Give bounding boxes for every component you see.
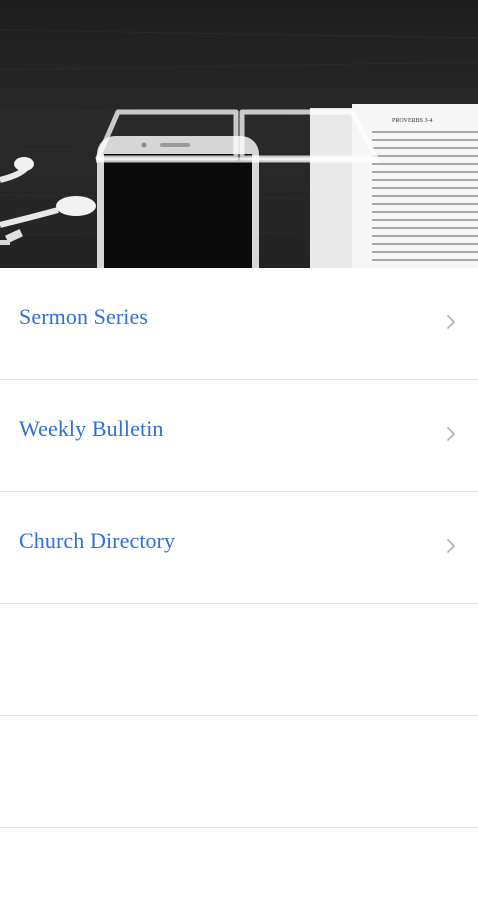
- menu-item-church-directory[interactable]: Church Directory: [0, 492, 478, 604]
- menu-item-sermon-series[interactable]: Sermon Series: [0, 268, 478, 380]
- menu-item-label: Church Directory: [19, 528, 176, 553]
- bible: PROVERBS 3-4: [310, 104, 478, 268]
- menu-item-label: Weekly Bulletin: [19, 416, 164, 441]
- earbuds: [0, 157, 96, 245]
- menu-row-empty: [0, 604, 478, 716]
- menu-row-empty: [0, 828, 478, 900]
- hero-image: PROVERBS 3-4: [0, 29, 478, 268]
- menu-item-weekly-bulletin[interactable]: Weekly Bulletin: [0, 380, 478, 492]
- menu-row-empty: [0, 716, 478, 828]
- hero-banner: PROVERBS 3-4: [0, 0, 478, 268]
- menu-item-label: Sermon Series: [19, 304, 149, 329]
- chevron-right-icon: [447, 427, 456, 441]
- bible-heading: PROVERBS 3-4: [392, 118, 433, 124]
- chevron-right-icon: [447, 539, 456, 553]
- menu-list: Sermon Series Weekly Bulletin Church Dir…: [0, 268, 478, 900]
- chevron-right-icon: [447, 315, 456, 329]
